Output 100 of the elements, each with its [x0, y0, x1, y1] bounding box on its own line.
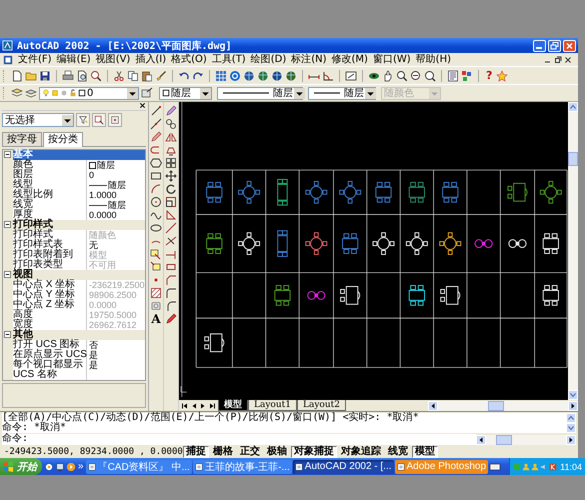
- close-icon[interactable]: [564, 56, 572, 64]
- scrollbar-thumb[interactable]: [496, 434, 512, 444]
- redo-icon[interactable]: [192, 70, 204, 82]
- layers-icon[interactable]: [25, 87, 37, 99]
- printer-icon[interactable]: [62, 70, 74, 82]
- close-icon[interactable]: [139, 102, 146, 109]
- category-label[interactable]: 视图: [13, 270, 145, 280]
- zoom-icon[interactable]: [90, 70, 102, 82]
- collapse-icon[interactable]: [4, 151, 11, 158]
- brush-icon[interactable]: [155, 70, 167, 82]
- ellipse-icon[interactable]: [150, 222, 162, 234]
- arc-icon[interactable]: [150, 183, 162, 195]
- property-value[interactable]: 0: [89, 170, 94, 180]
- region-icon[interactable]: [150, 300, 162, 312]
- status-toggle[interactable]: 捕捉: [183, 446, 209, 458]
- scale-icon[interactable]: [165, 196, 177, 208]
- browser-icon[interactable]: [44, 462, 54, 472]
- menu-item[interactable]: 绘图(D): [248, 54, 288, 66]
- selection-dropdown[interactable]: 无选择: [2, 113, 74, 127]
- status-toggle[interactable]: 对象追踪: [338, 446, 384, 458]
- layers-icon[interactable]: [11, 87, 23, 99]
- status-toggle[interactable]: 线宽: [385, 446, 411, 458]
- vertical-scrollbar[interactable]: [566, 413, 576, 433]
- zoom-icon[interactable]: [396, 70, 408, 82]
- line-icon[interactable]: [150, 118, 162, 130]
- rotate-icon[interactable]: [165, 183, 177, 195]
- layout-tab[interactable]: 模型: [218, 400, 248, 411]
- undo-icon[interactable]: [178, 70, 190, 82]
- paste-icon[interactable]: [141, 70, 153, 82]
- line-icon[interactable]: [165, 222, 177, 234]
- chamfer-icon[interactable]: [165, 274, 177, 286]
- star-icon[interactable]: [496, 70, 508, 82]
- layer-dropdown[interactable]: 0: [39, 86, 139, 100]
- circles-icon[interactable]: [165, 118, 177, 130]
- scroll-up-button[interactable]: [568, 102, 578, 112]
- property-value[interactable]: 随层: [108, 200, 126, 210]
- globe-icon[interactable]: [285, 70, 297, 82]
- menu-item[interactable]: 帮助(H): [414, 54, 453, 66]
- scroll-left-button[interactable]: [476, 434, 486, 444]
- property-value[interactable]: 0.0000: [89, 210, 117, 220]
- collapse-icon[interactable]: [4, 221, 11, 228]
- tab-nav-icon[interactable]: [181, 402, 189, 410]
- status-toggle[interactable]: 对象捕捉: [291, 446, 337, 458]
- player-icon[interactable]: [66, 462, 76, 472]
- color-squares-icon[interactable]: [461, 70, 473, 82]
- menu-item[interactable]: 修改(M): [330, 54, 370, 66]
- keyboard-icon[interactable]: [489, 460, 502, 472]
- pencil-icon[interactable]: [165, 105, 177, 117]
- tab[interactable]: 按分类: [43, 132, 83, 147]
- open-folder-icon[interactable]: [25, 70, 37, 82]
- globe-icon[interactable]: [271, 70, 283, 82]
- list-icon[interactable]: [447, 70, 459, 82]
- text-tool-button[interactable]: A: [151, 313, 161, 325]
- scroll-down-button[interactable]: [566, 423, 576, 433]
- taskbar-button[interactable]: 『CAD资料区』 中...: [86, 460, 192, 474]
- status-toggle[interactable]: 极轴: [264, 446, 290, 458]
- collapse-icon[interactable]: [4, 331, 11, 338]
- scrollbar-thumb[interactable]: [568, 152, 578, 166]
- vertical-scrollbar[interactable]: [568, 102, 578, 400]
- pencil-icon[interactable]: [165, 313, 177, 325]
- move-icon[interactable]: [165, 170, 177, 182]
- zoom-icon[interactable]: [424, 70, 436, 82]
- property-value[interactable]: 1.0000: [89, 190, 117, 200]
- linetype-dropdown[interactable]: 随层: [217, 86, 303, 100]
- property-value[interactable]: 否: [89, 340, 98, 350]
- break-icon[interactable]: [165, 261, 177, 273]
- extend-icon[interactable]: [165, 248, 177, 260]
- globe-icon[interactable]: [243, 70, 255, 82]
- document-icon[interactable]: [3, 54, 13, 64]
- close-button[interactable]: [563, 40, 576, 52]
- menu-item[interactable]: 文件(F): [16, 54, 54, 66]
- property-value[interactable]: 是: [89, 350, 98, 360]
- category-label[interactable]: 打印样式: [13, 220, 145, 230]
- circle-icon[interactable]: [150, 196, 162, 208]
- menu-item[interactable]: 标注(N): [289, 54, 329, 66]
- hook-icon[interactable]: [150, 144, 162, 156]
- grid-icon[interactable]: [215, 70, 227, 82]
- select-objects-icon[interactable]: [92, 113, 106, 127]
- stretch-icon[interactable]: [165, 209, 177, 221]
- help-button[interactable]: ?: [484, 70, 494, 82]
- window-icon[interactable]: [345, 70, 357, 82]
- block-icon[interactable]: [150, 248, 162, 260]
- ring-icon[interactable]: [229, 70, 241, 82]
- quick-select-icon[interactable]: [76, 113, 90, 127]
- taskbar-button[interactable]: 王菲的故事-王菲-...: [192, 460, 292, 474]
- status-toggle[interactable]: 栅格: [210, 446, 236, 458]
- tab-nav-icon[interactable]: [208, 402, 216, 410]
- collapse-icon[interactable]: [4, 271, 11, 278]
- hand-icon[interactable]: [382, 70, 394, 82]
- zoom-icon[interactable]: [410, 70, 422, 82]
- menu-item[interactable]: 插入(I): [133, 54, 168, 66]
- lineweight-dropdown[interactable]: 随层: [308, 86, 376, 100]
- block-icon[interactable]: [150, 261, 162, 273]
- property-value[interactable]: 是: [89, 360, 98, 370]
- scroll-left-button[interactable]: [428, 400, 438, 410]
- pickadd-icon[interactable]: [108, 113, 122, 127]
- property-value[interactable]: 随层: [97, 160, 115, 170]
- pencil-icon[interactable]: [150, 131, 162, 143]
- scissors-icon[interactable]: [113, 70, 125, 82]
- array-icon[interactable]: [165, 157, 177, 169]
